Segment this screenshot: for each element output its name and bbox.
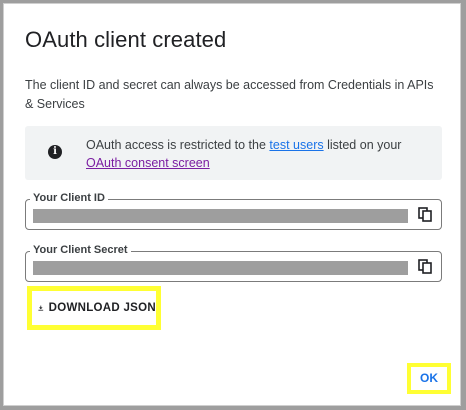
test-users-link[interactable]: test users: [269, 138, 323, 152]
info-icon: i: [48, 145, 62, 159]
client-id-value-redacted: [33, 209, 408, 223]
oauth-client-created-dialog: OAuth client created The client ID and s…: [3, 3, 461, 406]
copy-icon[interactable]: [418, 207, 432, 222]
info-banner: i OAuth access is restricted to the test…: [25, 126, 442, 180]
oauth-consent-screen-link[interactable]: OAuth consent screen: [86, 156, 210, 170]
download-icon: [38, 305, 44, 311]
info-text-before: OAuth access is restricted to the: [86, 138, 270, 152]
dialog-title: OAuth client created: [25, 27, 227, 52]
dialog-description: The client ID and secret can always be a…: [25, 78, 434, 111]
client-id-field: Your Client ID: [25, 191, 442, 230]
client-secret-label: Your Client Secret: [30, 243, 131, 257]
client-secret-value-redacted: [33, 261, 408, 275]
download-json-highlight: DOWNLOAD JSON: [27, 286, 161, 330]
info-text-middle: listed on your: [323, 138, 402, 152]
copy-icon[interactable]: [418, 259, 432, 274]
ok-button[interactable]: OK: [411, 367, 447, 390]
info-text: OAuth access is restricted to the test u…: [86, 136, 431, 172]
client-secret-field: Your Client Secret: [25, 243, 442, 282]
download-json-label: DOWNLOAD JSON: [48, 302, 156, 314]
download-json-button[interactable]: DOWNLOAD JSON: [32, 291, 156, 325]
client-id-label: Your Client ID: [30, 191, 108, 205]
ok-highlight: OK: [407, 363, 451, 394]
